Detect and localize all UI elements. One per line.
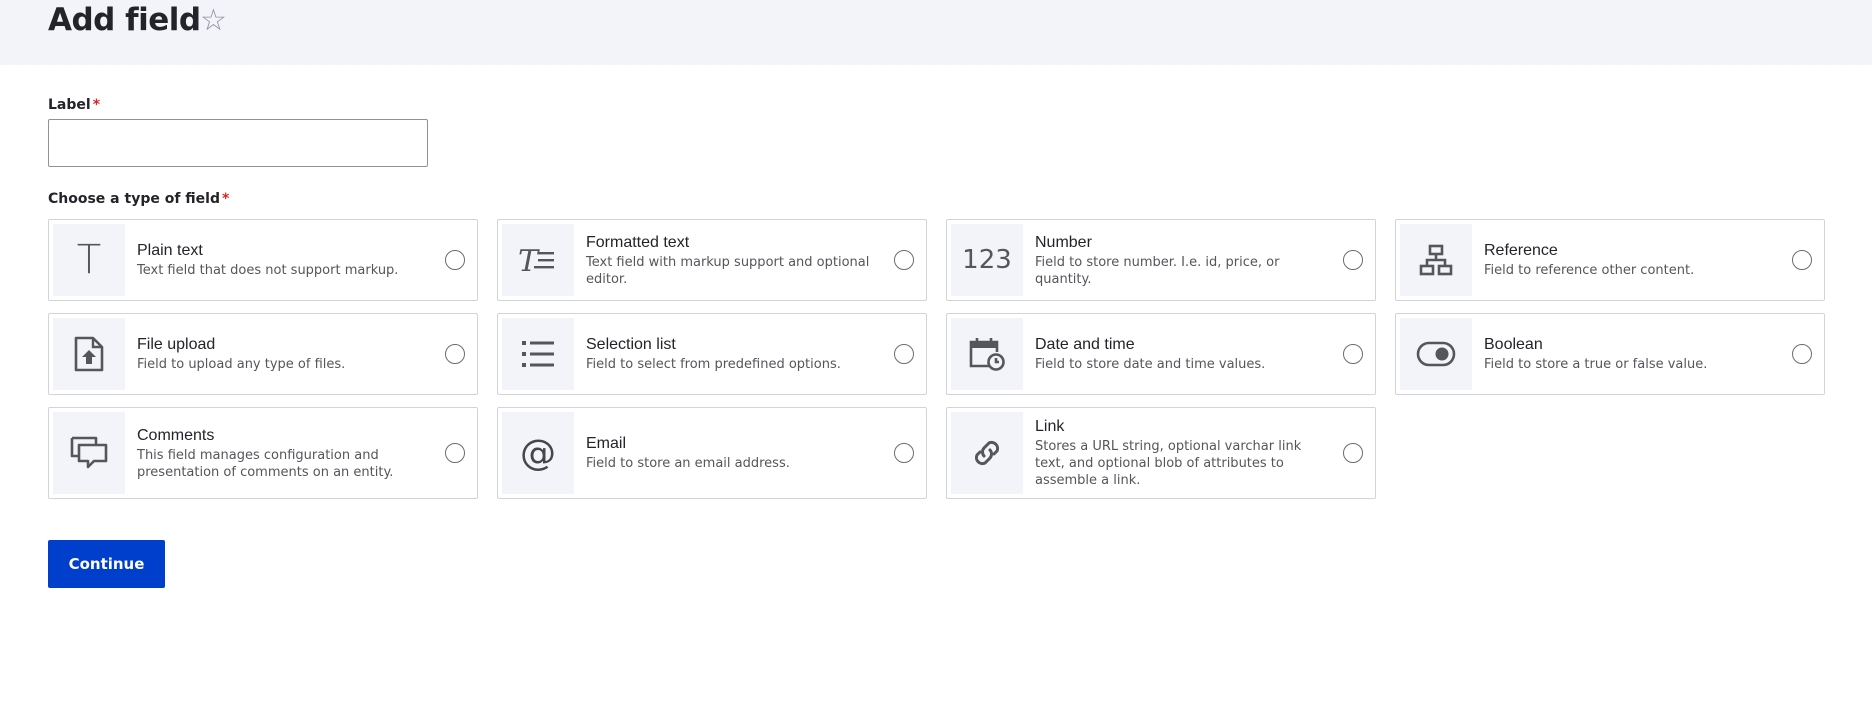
- field-type-radio[interactable]: [894, 443, 914, 463]
- field-type-description: Field to store a true or false value.: [1484, 357, 1708, 372]
- label-input[interactable]: [48, 119, 428, 167]
- field-type-description: Field to select from predefined options.: [586, 357, 841, 372]
- field-type-radio[interactable]: [445, 344, 465, 364]
- required-marker: *: [222, 191, 230, 207]
- field-type-radio[interactable]: [445, 443, 465, 463]
- field-type-title: Number: [1035, 233, 1092, 251]
- field-type-title: Boolean: [1484, 336, 1543, 353]
- required-marker: *: [92, 97, 101, 113]
- field-type-card-boolean[interactable]: Boolean Field to store a true or false v…: [1395, 313, 1825, 395]
- field-type-description: This field manages configuration and pre…: [137, 447, 394, 480]
- field-type-description: Text field with markup support and optio…: [586, 254, 870, 287]
- field-type-description: Field to store date and time values.: [1035, 357, 1266, 372]
- field-type-title: File upload: [137, 336, 216, 353]
- field-type-card-file-upload[interactable]: File upload Field to upload any type of …: [48, 313, 478, 395]
- reference-icon: [1400, 224, 1472, 296]
- field-type-card-email[interactable]: @ Email Field to store an email address.: [497, 407, 927, 499]
- plain-text-glyph: T: [76, 237, 102, 283]
- star-icon[interactable]: ☆: [200, 5, 227, 37]
- toggle-icon: [1400, 318, 1472, 390]
- field-type-title: Reference: [1484, 242, 1558, 259]
- field-type-description: Field to store number. I.e. id, price, o…: [1035, 254, 1280, 287]
- field-type-description: Field to upload any type of files.: [137, 357, 346, 372]
- field-type-card-link[interactable]: Link Stores a URL string, optional varch…: [946, 407, 1376, 499]
- field-type-radio[interactable]: [1343, 443, 1363, 463]
- calendar-clock-icon: [951, 318, 1023, 390]
- field-type-card-date-and-time[interactable]: Date and time Field to store date and ti…: [946, 313, 1376, 395]
- label-field-label-text: Label: [48, 97, 91, 113]
- label-field-label: Label *: [48, 97, 100, 113]
- email-glyph: @: [520, 432, 556, 474]
- field-type-radio[interactable]: [894, 344, 914, 364]
- continue-button[interactable]: Continue: [48, 540, 165, 588]
- selection-list-icon: [502, 318, 574, 390]
- field-type-description: Field to reference other content.: [1484, 263, 1695, 278]
- field-type-label-text: Choose a type of field: [48, 191, 220, 207]
- field-type-card-formatted-text[interactable]: T Formatted text Text field with markup …: [497, 219, 927, 301]
- field-type-radio[interactable]: [1792, 250, 1812, 270]
- field-type-title: Date and time: [1035, 336, 1135, 353]
- link-icon: [951, 412, 1023, 494]
- field-type-title: Email: [586, 435, 627, 452]
- page-header: Add field ☆: [0, 0, 1872, 65]
- field-type-description: Text field that does not support markup.: [137, 263, 399, 278]
- field-type-radio[interactable]: [1792, 344, 1812, 364]
- field-type-title: Link: [1035, 418, 1065, 435]
- field-type-title: Selection list: [586, 336, 676, 353]
- page-title: Add field: [48, 2, 201, 38]
- email-at-icon: @: [502, 412, 574, 494]
- field-type-title: Plain text: [137, 242, 203, 259]
- field-type-label: Choose a type of field *: [48, 191, 229, 207]
- field-type-description: Stores a URL string, optional varchar li…: [1035, 439, 1302, 488]
- field-type-title: Comments: [137, 426, 215, 444]
- field-type-radio[interactable]: [1343, 250, 1363, 270]
- field-type-card-comments[interactable]: Comments This field manages configuratio…: [48, 407, 478, 499]
- file-upload-icon: [53, 318, 125, 390]
- number-icon: 123: [951, 224, 1023, 296]
- comments-icon: [53, 412, 125, 494]
- field-type-title: Formatted text: [586, 233, 690, 251]
- field-type-card-plain-text[interactable]: T Plain text Text field that does not su…: [48, 219, 478, 301]
- number-glyph: 123: [962, 245, 1012, 275]
- field-type-radio[interactable]: [1343, 344, 1363, 364]
- field-type-card-reference[interactable]: Reference Field to reference other conte…: [1395, 219, 1825, 301]
- plain-text-icon: T: [53, 224, 125, 296]
- field-type-card-selection-list[interactable]: Selection list Field to select from pred…: [497, 313, 927, 395]
- field-type-radio[interactable]: [894, 250, 914, 270]
- field-type-card-number[interactable]: 123 Number Field to store number. I.e. i…: [946, 219, 1376, 301]
- svg-text:T: T: [518, 245, 540, 275]
- formatted-text-icon: T: [502, 224, 574, 296]
- field-type-radio[interactable]: [445, 250, 465, 270]
- field-type-description: Field to store an email address.: [586, 456, 790, 471]
